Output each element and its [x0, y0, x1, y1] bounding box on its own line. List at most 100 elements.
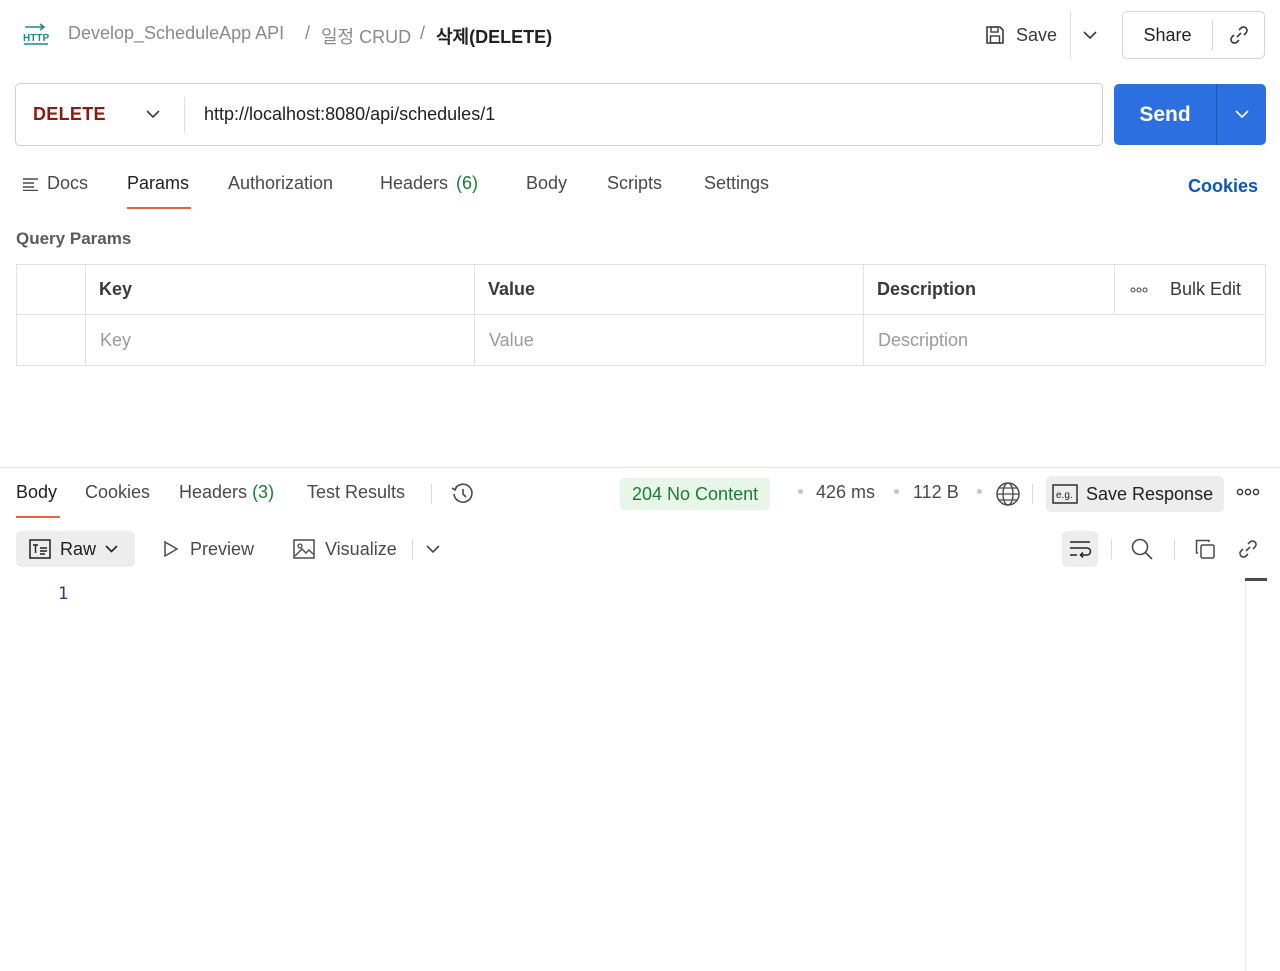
separator-dot	[894, 489, 899, 494]
response-tab-test-results[interactable]: Test Results	[307, 482, 405, 503]
image-icon	[293, 539, 315, 559]
visualize-options-button[interactable]	[426, 545, 440, 554]
column-header-description: Description	[877, 279, 977, 299]
response-status-badge[interactable]: 204 No Content	[620, 478, 771, 510]
send-options-button[interactable]	[1217, 84, 1266, 145]
breadcrumb-folder[interactable]: 일정 CRUD	[321, 23, 411, 49]
save-response-button[interactable]: e.g. Save Response	[1046, 476, 1224, 512]
query-params-title: Query Params	[16, 229, 132, 248]
copy-link-button[interactable]	[1213, 12, 1264, 58]
history-button[interactable]	[450, 481, 476, 507]
tab-settings[interactable]: Settings	[704, 173, 769, 194]
save-response-label: Save Response	[1086, 483, 1214, 504]
description-input[interactable]	[878, 329, 1248, 351]
tab-params[interactable]: Params	[127, 173, 189, 194]
format-select-raw[interactable]: Raw	[16, 531, 135, 567]
tab-scripts[interactable]: Scripts	[607, 173, 662, 194]
text-format-icon	[29, 539, 51, 559]
response-tab-headers[interactable]: Headers (3)	[179, 482, 274, 503]
preview-button[interactable]: Preview	[162, 531, 254, 567]
chevron-down-icon	[1083, 30, 1097, 40]
response-size[interactable]: 112 B	[913, 482, 959, 503]
breadcrumb-separator: /	[305, 23, 311, 43]
wrap-text-icon	[1068, 539, 1092, 559]
response-more-button[interactable]	[1236, 488, 1260, 496]
breadcrumb-collection[interactable]: Develop_ScheduleApp API	[68, 23, 284, 44]
divider	[1111, 539, 1112, 559]
key-input[interactable]	[100, 329, 460, 351]
svg-text:e.g.: e.g.	[1056, 490, 1073, 501]
url-input[interactable]	[185, 84, 1102, 145]
chevron-down-icon	[146, 110, 160, 119]
table-divider	[474, 265, 475, 365]
breadcrumb-current-request[interactable]: 삭제(DELETE)	[436, 23, 552, 49]
separator-dot	[798, 489, 803, 494]
docs-icon	[22, 177, 39, 191]
response-tab-cookies[interactable]: Cookies	[85, 482, 150, 503]
method-select[interactable]: DELETE	[16, 84, 184, 145]
wrap-lines-button[interactable]	[1062, 531, 1098, 567]
breadcrumb-separator: /	[420, 23, 426, 43]
visualize-button[interactable]: Visualize	[293, 531, 397, 567]
response-time[interactable]: 426 ms	[816, 482, 875, 503]
link-icon	[1228, 24, 1250, 46]
scrollbar-thumb[interactable]	[1245, 578, 1267, 581]
column-header-key: Key	[99, 279, 133, 299]
save-button[interactable]: Save	[980, 16, 1068, 54]
globe-icon	[995, 481, 1021, 507]
http-request-icon: HTTP	[22, 22, 50, 48]
separator-dot	[977, 489, 982, 494]
table-divider	[85, 265, 86, 365]
more-horizontal-icon	[1130, 286, 1148, 293]
headers-count: (6)	[456, 173, 479, 193]
tab-headers[interactable]: Headers (6)	[380, 173, 478, 194]
tab-authorization[interactable]: Authorization	[228, 173, 333, 194]
copy-link-response-button[interactable]	[1230, 531, 1266, 567]
send-button[interactable]: Send	[1114, 84, 1216, 145]
search-response-button[interactable]	[1124, 531, 1160, 567]
line-number: 1	[58, 584, 69, 604]
divider	[1174, 539, 1175, 559]
send-group: Send	[1114, 84, 1266, 145]
request-url-bar: DELETE	[15, 83, 1103, 146]
response-pane-divider[interactable]	[0, 467, 1280, 468]
active-tab-indicator	[16, 516, 60, 518]
cookies-link[interactable]: Cookies	[1188, 176, 1258, 197]
format-label: Raw	[60, 538, 97, 559]
response-headers-count: (3)	[252, 482, 275, 502]
active-tab-indicator	[127, 207, 191, 209]
share-button[interactable]: Share	[1123, 12, 1212, 58]
description-input-cell	[878, 315, 1248, 365]
preview-label: Preview	[190, 538, 255, 559]
network-info-button[interactable]	[995, 481, 1021, 507]
response-tab-headers-label: Headers	[179, 482, 248, 502]
table-divider	[1114, 265, 1115, 315]
key-input-cell	[100, 315, 460, 365]
chevron-down-icon	[1234, 110, 1249, 119]
copy-icon	[1194, 538, 1216, 560]
divider	[431, 484, 432, 504]
play-icon	[162, 540, 180, 558]
save-label: Save	[1016, 24, 1058, 45]
scrollbar-track[interactable]	[1245, 578, 1246, 971]
svg-text:HTTP: HTTP	[23, 33, 49, 44]
link-icon	[1237, 538, 1259, 560]
visualize-label: Visualize	[325, 538, 397, 559]
search-icon	[1130, 537, 1154, 561]
example-icon: e.g.	[1052, 484, 1078, 504]
tab-body[interactable]: Body	[526, 173, 567, 194]
bulk-edit-button[interactable]: Bulk Edit	[1170, 265, 1241, 314]
column-header-value: Value	[488, 279, 536, 299]
copy-response-button[interactable]	[1187, 531, 1223, 567]
value-input-cell	[489, 315, 849, 365]
response-tab-body[interactable]: Body	[16, 482, 57, 503]
divider	[1032, 484, 1033, 504]
divider	[1070, 10, 1071, 60]
more-options-button[interactable]	[1130, 265, 1148, 314]
save-options-button[interactable]	[1076, 20, 1104, 50]
more-horizontal-icon	[1236, 488, 1260, 496]
tab-docs[interactable]: Docs	[22, 173, 88, 194]
method-label: DELETE	[33, 104, 106, 124]
value-input[interactable]	[489, 329, 849, 351]
divider	[412, 539, 413, 559]
